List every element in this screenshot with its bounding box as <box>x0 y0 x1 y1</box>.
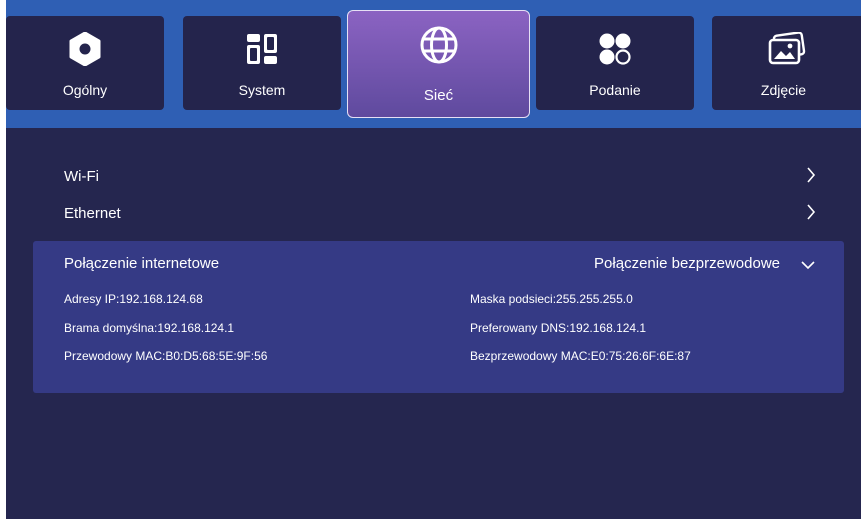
image-icon <box>712 32 861 66</box>
tab-system-label: System <box>238 82 286 98</box>
globe-icon <box>348 26 529 64</box>
tab-photo-label: Zdjęcie <box>760 82 807 98</box>
apps-icon <box>536 32 694 66</box>
internet-connection-title: Połączenie internetowe <box>64 255 220 272</box>
ethernet-label: Ethernet <box>64 205 121 222</box>
wireless-mac: Bezprzewodowy MAC:E0:75:26:6F:6E:87 <box>470 349 691 363</box>
subnet-mask: Maska podsieci:255.255.255.0 <box>470 292 633 306</box>
chevron-down-icon[interactable] <box>800 257 816 275</box>
gear-icon <box>6 32 164 66</box>
tab-system[interactable]: System <box>183 16 341 110</box>
tab-network[interactable]: Sieć <box>347 10 530 118</box>
tab-apps-label: Podanie <box>589 82 641 98</box>
ethernet-menu-item[interactable]: Ethernet <box>56 197 816 229</box>
wired-mac: Przewodowy MAC:B0:D5:68:5E:9F:56 <box>64 349 268 363</box>
chevron-right-icon <box>806 166 816 188</box>
tab-network-label: Sieć <box>423 87 454 104</box>
default-gateway: Brama domyślna:192.168.124.1 <box>64 321 235 335</box>
tab-apps[interactable]: Podanie <box>536 16 694 110</box>
wifi-label: Wi-Fi <box>64 168 99 185</box>
tab-photo[interactable]: Zdjęcie <box>712 16 861 110</box>
tab-general-label: Ogólny <box>62 82 108 98</box>
ip-address: Adresy IP:192.168.124.68 <box>64 292 203 306</box>
internet-connection-panel[interactable]: Połączenie internetowe Połączenie bezprz… <box>33 241 844 393</box>
network-settings-screen: Ogólny System Sieć Podanie Zdjęcie Wi-Fi… <box>6 0 861 519</box>
grid-icon <box>183 32 341 66</box>
connection-type-value[interactable]: Połączenie bezprzewodowe <box>594 255 780 272</box>
tab-general[interactable]: Ogólny <box>6 16 164 110</box>
wifi-menu-item[interactable]: Wi-Fi <box>56 160 816 192</box>
preferred-dns: Preferowany DNS:192.168.124.1 <box>470 321 647 335</box>
chevron-right-icon <box>806 203 816 225</box>
